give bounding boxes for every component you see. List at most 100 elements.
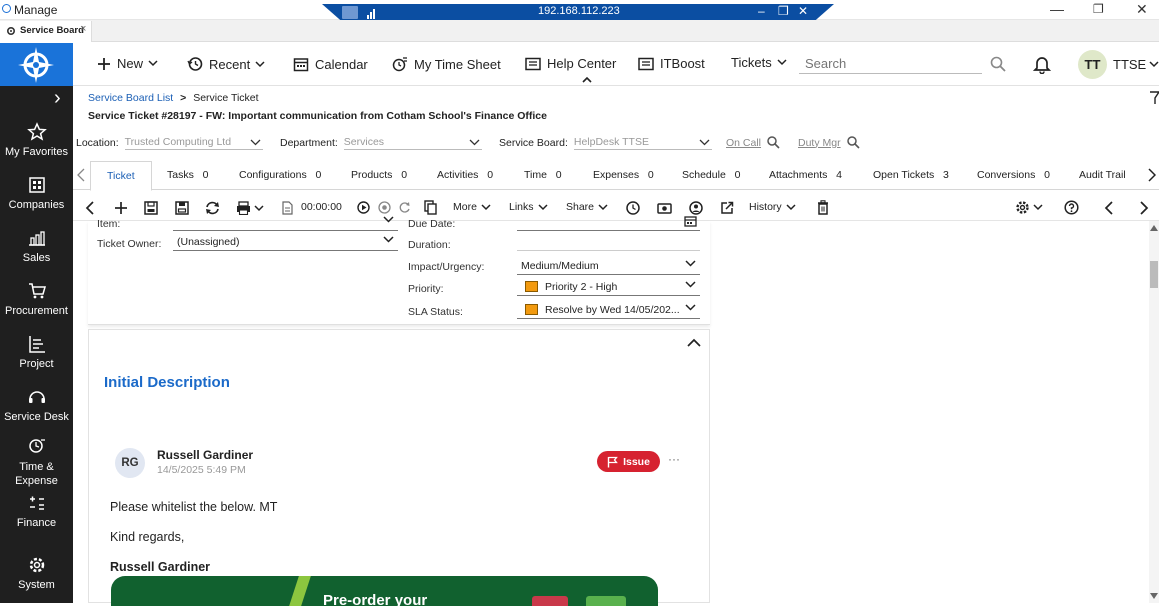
save-icon[interactable] bbox=[144, 201, 158, 215]
department-select[interactable]: Services bbox=[343, 136, 482, 150]
nav-item-service-desk[interactable]: Service Desk bbox=[0, 387, 73, 423]
add-icon[interactable] bbox=[114, 201, 128, 215]
due-date-input[interactable] bbox=[517, 213, 700, 231]
scroll-down-icon[interactable] bbox=[1150, 593, 1158, 599]
chevron-down-icon bbox=[255, 60, 265, 67]
history-menu-button[interactable]: History bbox=[749, 201, 796, 213]
nav-item-project[interactable]: Project bbox=[0, 334, 73, 370]
previous-chevron-icon[interactable] bbox=[1104, 201, 1114, 215]
nav-item-finance[interactable]: Finance bbox=[0, 493, 73, 529]
chart-icon bbox=[28, 231, 45, 246]
user-menu-button[interactable]: TTSE bbox=[1113, 57, 1159, 72]
rdp-close-button[interactable]: ✕ bbox=[798, 4, 808, 18]
scroll-up-icon[interactable] bbox=[1150, 225, 1158, 231]
help-center-button[interactable]: Help Center bbox=[525, 56, 616, 71]
search-icon[interactable] bbox=[767, 136, 780, 149]
page-scrollbar[interactable] bbox=[1149, 221, 1159, 603]
search-input[interactable] bbox=[799, 56, 969, 71]
itboost-button[interactable]: ITBoost bbox=[638, 56, 705, 71]
tickets-menu-button[interactable]: Tickets bbox=[731, 55, 787, 70]
chevron-down-icon bbox=[685, 260, 696, 267]
duration-input[interactable] bbox=[517, 233, 700, 251]
sla-status-select[interactable]: Resolve by Wed 14/05/202... bbox=[517, 301, 700, 319]
calendar-icon[interactable] bbox=[684, 215, 697, 227]
tab-schedule[interactable]: Schedule 0 bbox=[682, 169, 740, 181]
search-icon[interactable] bbox=[846, 136, 860, 149]
location-select[interactable]: Trusted Computing Ltd bbox=[124, 136, 263, 150]
copy-icon[interactable] bbox=[424, 200, 437, 215]
browser-tab-strip: Service Board × bbox=[0, 20, 1159, 42]
ticket-owner-select[interactable]: (Unassigned) bbox=[173, 233, 398, 251]
minimize-button[interactable]: — bbox=[1050, 1, 1064, 17]
collapse-chevron-up-icon[interactable] bbox=[687, 338, 701, 347]
tab-attachments[interactable]: Attachments 4 bbox=[769, 169, 842, 181]
filter-icon[interactable] bbox=[1150, 91, 1159, 105]
reset-timer-icon[interactable] bbox=[398, 201, 411, 214]
help-circle-icon[interactable] bbox=[1064, 200, 1079, 215]
search-box[interactable] bbox=[799, 54, 982, 74]
chevron-down-icon bbox=[469, 139, 480, 146]
on-call-link[interactable]: On Call bbox=[726, 136, 780, 149]
restore-button[interactable]: ❐ bbox=[1093, 2, 1104, 16]
timesheet-icon bbox=[392, 57, 407, 72]
next-chevron-icon[interactable] bbox=[1139, 201, 1149, 215]
browser-tab-service-board[interactable]: Service Board × bbox=[0, 21, 92, 42]
more-menu-button[interactable]: More bbox=[453, 201, 491, 213]
search-icon[interactable] bbox=[990, 56, 1006, 72]
tab-open-tickets[interactable]: Open Tickets 3 bbox=[873, 169, 949, 181]
new-menu-button[interactable]: New bbox=[97, 56, 158, 71]
itboost-icon bbox=[638, 57, 654, 70]
department-field: Department: Services bbox=[280, 136, 482, 150]
calendar-button[interactable]: Calendar bbox=[293, 56, 368, 72]
chevron-down-icon bbox=[254, 204, 264, 211]
nav-item-time-expense[interactable]: Time & Expense bbox=[0, 436, 73, 488]
scrollbar-thumb[interactable] bbox=[1150, 261, 1158, 288]
tab-expenses[interactable]: Expenses 0 bbox=[593, 169, 654, 181]
nav-item-sales[interactable]: Sales bbox=[0, 228, 73, 264]
trash-icon[interactable] bbox=[817, 200, 829, 215]
tab-tasks[interactable]: Tasks 0 bbox=[167, 169, 208, 181]
tab-products[interactable]: Products 0 bbox=[351, 169, 407, 181]
message-more-icon[interactable]: ··· bbox=[668, 452, 680, 466]
nav-item-system[interactable]: System bbox=[0, 555, 73, 591]
nav-item-my-favorites[interactable]: My Favorites bbox=[0, 122, 73, 158]
share-menu-button[interactable]: Share bbox=[566, 201, 608, 213]
item-select[interactable] bbox=[173, 213, 398, 231]
app-logo[interactable] bbox=[0, 43, 73, 86]
chevron-down-icon bbox=[250, 139, 261, 146]
nav-item-companies[interactable]: Companies bbox=[0, 175, 73, 211]
clock-icon bbox=[28, 439, 45, 453]
rdp-minimize-button[interactable]: – bbox=[758, 4, 765, 18]
breadcrumb-separator: > bbox=[180, 92, 187, 104]
nav-expand-chevron-icon[interactable]: › bbox=[54, 87, 61, 110]
issue-badge[interactable]: Issue bbox=[597, 451, 660, 472]
priority-label: Priority: bbox=[408, 283, 444, 295]
tab-conversions[interactable]: Conversions 0 bbox=[977, 169, 1050, 181]
nav-item-procurement[interactable]: Procurement bbox=[0, 281, 73, 317]
chevron-left-icon[interactable] bbox=[77, 168, 85, 182]
close-button[interactable]: ✕ bbox=[1136, 1, 1148, 18]
breadcrumb-service-board-list[interactable]: Service Board List bbox=[88, 92, 173, 104]
tab-audit-trail[interactable]: Audit Trail bbox=[1079, 169, 1126, 181]
bell-icon[interactable] bbox=[1033, 55, 1051, 74]
service-board-select[interactable]: HelpDesk TTSE bbox=[573, 136, 712, 150]
external-link-icon[interactable] bbox=[720, 201, 734, 215]
user-avatar[interactable]: TT bbox=[1078, 50, 1107, 79]
priority-select[interactable]: Priority 2 - High bbox=[517, 278, 700, 296]
back-chevron-icon[interactable] bbox=[85, 201, 95, 215]
links-menu-button[interactable]: Links bbox=[509, 201, 548, 213]
tab-time[interactable]: Time 0 bbox=[524, 169, 562, 181]
impact-urgency-select[interactable]: Medium/Medium bbox=[517, 257, 700, 275]
browser-tab-close-icon[interactable]: × bbox=[80, 23, 86, 35]
tab-activities[interactable]: Activities 0 bbox=[437, 169, 493, 181]
settings-menu-button[interactable] bbox=[1015, 200, 1043, 215]
tab-ticket[interactable]: Ticket bbox=[90, 161, 152, 191]
help-icon bbox=[525, 57, 541, 70]
chevron-right-icon[interactable] bbox=[1148, 168, 1156, 182]
rdp-restore-button[interactable]: ❐ bbox=[778, 4, 789, 18]
recent-menu-button[interactable]: Recent bbox=[187, 56, 265, 72]
my-time-sheet-button[interactable]: My Time Sheet bbox=[392, 56, 501, 72]
duty-mgr-link[interactable]: Duty Mgr bbox=[798, 136, 860, 149]
chevron-up-icon[interactable] bbox=[582, 76, 592, 83]
tab-configurations[interactable]: Configurations 0 bbox=[239, 169, 321, 181]
